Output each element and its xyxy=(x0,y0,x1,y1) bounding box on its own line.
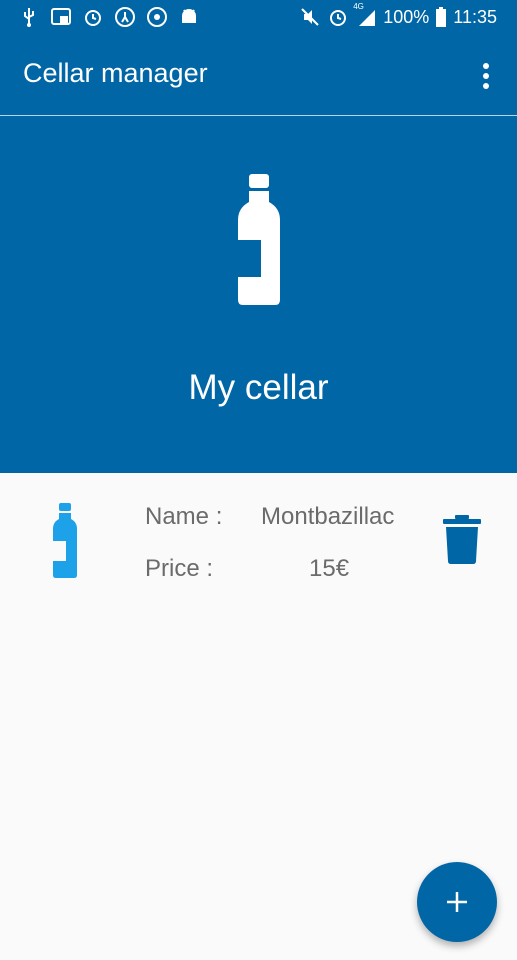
status-right-icons: 4G 100% 11:35 xyxy=(299,2,497,28)
list-item[interactable]: Name : Montbazillac Price : 15€ xyxy=(0,473,517,613)
usb-icon xyxy=(18,6,40,28)
status-bar: 4G 100% 11:35 xyxy=(0,0,517,36)
bottle-icon xyxy=(53,503,77,578)
cellar-title: My cellar xyxy=(188,368,329,407)
overflow-menu-button[interactable] xyxy=(471,56,501,96)
plus-icon xyxy=(447,892,467,912)
app-title: Cellar manager xyxy=(23,58,208,88)
battery-level: 100% xyxy=(383,6,430,27)
name-label: Name : xyxy=(145,503,223,530)
network-label: 4G xyxy=(353,2,364,11)
alarm-icon xyxy=(82,6,104,28)
trash-icon xyxy=(443,515,481,564)
battery-icon xyxy=(435,6,447,28)
price-label: Price : xyxy=(145,555,214,582)
app-screen: 4G 100% 11:35 Cellar manager My cellar N… xyxy=(0,0,517,960)
more-vert-icon xyxy=(483,63,489,89)
add-bottle-button[interactable] xyxy=(417,862,497,942)
delete-button[interactable] xyxy=(441,515,483,565)
cellar-header: My cellar xyxy=(0,116,517,473)
name-value: Montbazillac xyxy=(261,503,395,530)
activity-icon xyxy=(114,6,136,28)
price-value: 15€ xyxy=(309,555,350,582)
status-left-icons xyxy=(18,6,200,28)
android-debug-icon xyxy=(178,6,200,28)
signal-4g-icon: 4G xyxy=(353,2,377,28)
bottle-icon xyxy=(238,174,280,305)
app-bar: Cellar manager xyxy=(0,36,517,116)
alarm-icon xyxy=(327,6,349,28)
location-icon xyxy=(146,6,168,28)
mute-icon xyxy=(299,6,321,28)
clock-time: 11:35 xyxy=(453,6,497,27)
image-notification-icon xyxy=(50,6,72,28)
